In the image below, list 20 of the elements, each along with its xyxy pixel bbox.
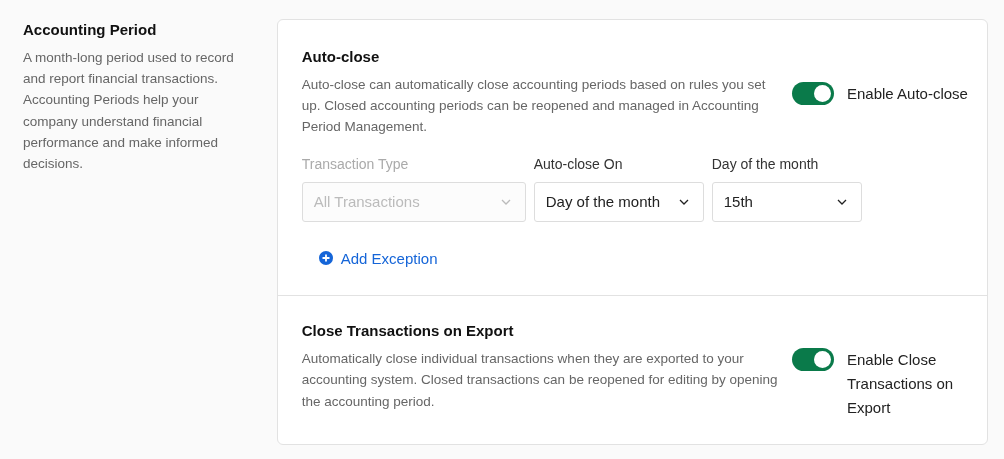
- dropdown[interactable]: 15th: [711, 181, 862, 222]
- chevron-down-icon: [836, 198, 847, 205]
- field-label: Auto-close On: [533, 154, 624, 173]
- plus-circle-icon: [318, 251, 333, 266]
- field-label: Transaction Type: [301, 154, 410, 173]
- toggle-switch[interactable]: [792, 82, 834, 105]
- toggle-switch[interactable]: [792, 348, 834, 372]
- toggle-label: Enable Auto-close: [847, 84, 969, 104]
- section-description: Automatically close individual transactions when they are exported to your accounting system. Closed transactions can be reopened for editing by opening the accounting period.: [301, 350, 779, 411]
- section-title: Accounting Period: [23, 21, 158, 38]
- dropdown[interactable]: Day of the month: [533, 181, 704, 222]
- chevron-down-icon: [500, 198, 511, 205]
- chevron-down-icon: [678, 198, 689, 205]
- add-exception-button[interactable]: Add Exception: [318, 249, 438, 267]
- section-title: Close Transactions on Export: [301, 322, 515, 340]
- section-title: Auto-close: [301, 48, 381, 65]
- section-description: Auto-close can automatically close accounting periods based on rules you set up. Closed accounting periods can be reopened and managed in Accounting Period Management.: [301, 76, 767, 137]
- section-description: A month-long period used to record and report financial transactions. Accounting Periods help your company understand financial performance and make informed decisions.: [23, 49, 235, 173]
- field-label: Day of the month: [711, 154, 820, 173]
- toggle-label: Enable Close Transactions on Export: [847, 350, 955, 419]
